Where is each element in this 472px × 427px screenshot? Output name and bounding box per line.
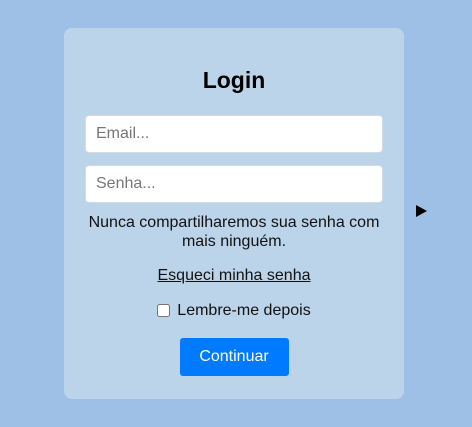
continue-button[interactable]: Continuar [179,338,289,376]
privacy-hint: Nunca compartilharemos sua senha com mai… [88,214,380,250]
login-title: Login [202,67,266,93]
email-input[interactable] [85,115,383,153]
password-input[interactable] [85,165,383,203]
remember-me-row[interactable]: Lembre-me depois [85,301,383,320]
login-card: Login Nunca compartilharemos sua senha c… [64,28,404,399]
forgot-password-link[interactable]: Esqueci minha senha [85,266,383,285]
play-triangle-icon[interactable] [416,205,427,217]
remember-me-checkbox[interactable] [157,304,171,317]
remember-me-label: Lembre-me depois [177,302,311,319]
